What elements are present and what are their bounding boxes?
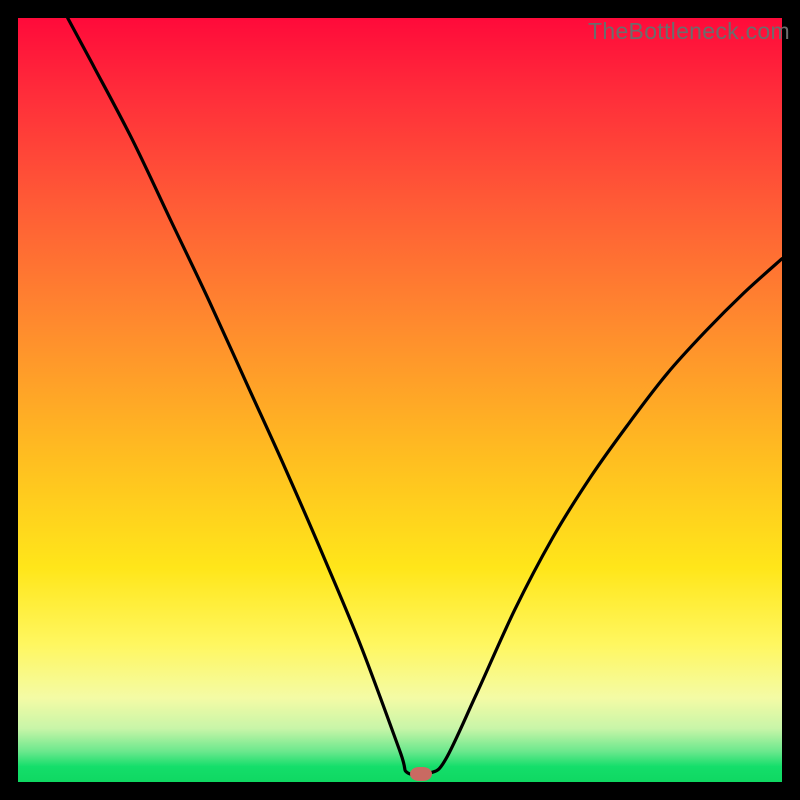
curve-layer	[0, 0, 800, 800]
optimum-marker	[410, 767, 432, 781]
watermark-text: TheBottleneck.com	[588, 18, 790, 45]
chart-frame: TheBottleneck.com	[0, 0, 800, 800]
bottleneck-curve	[68, 18, 782, 775]
